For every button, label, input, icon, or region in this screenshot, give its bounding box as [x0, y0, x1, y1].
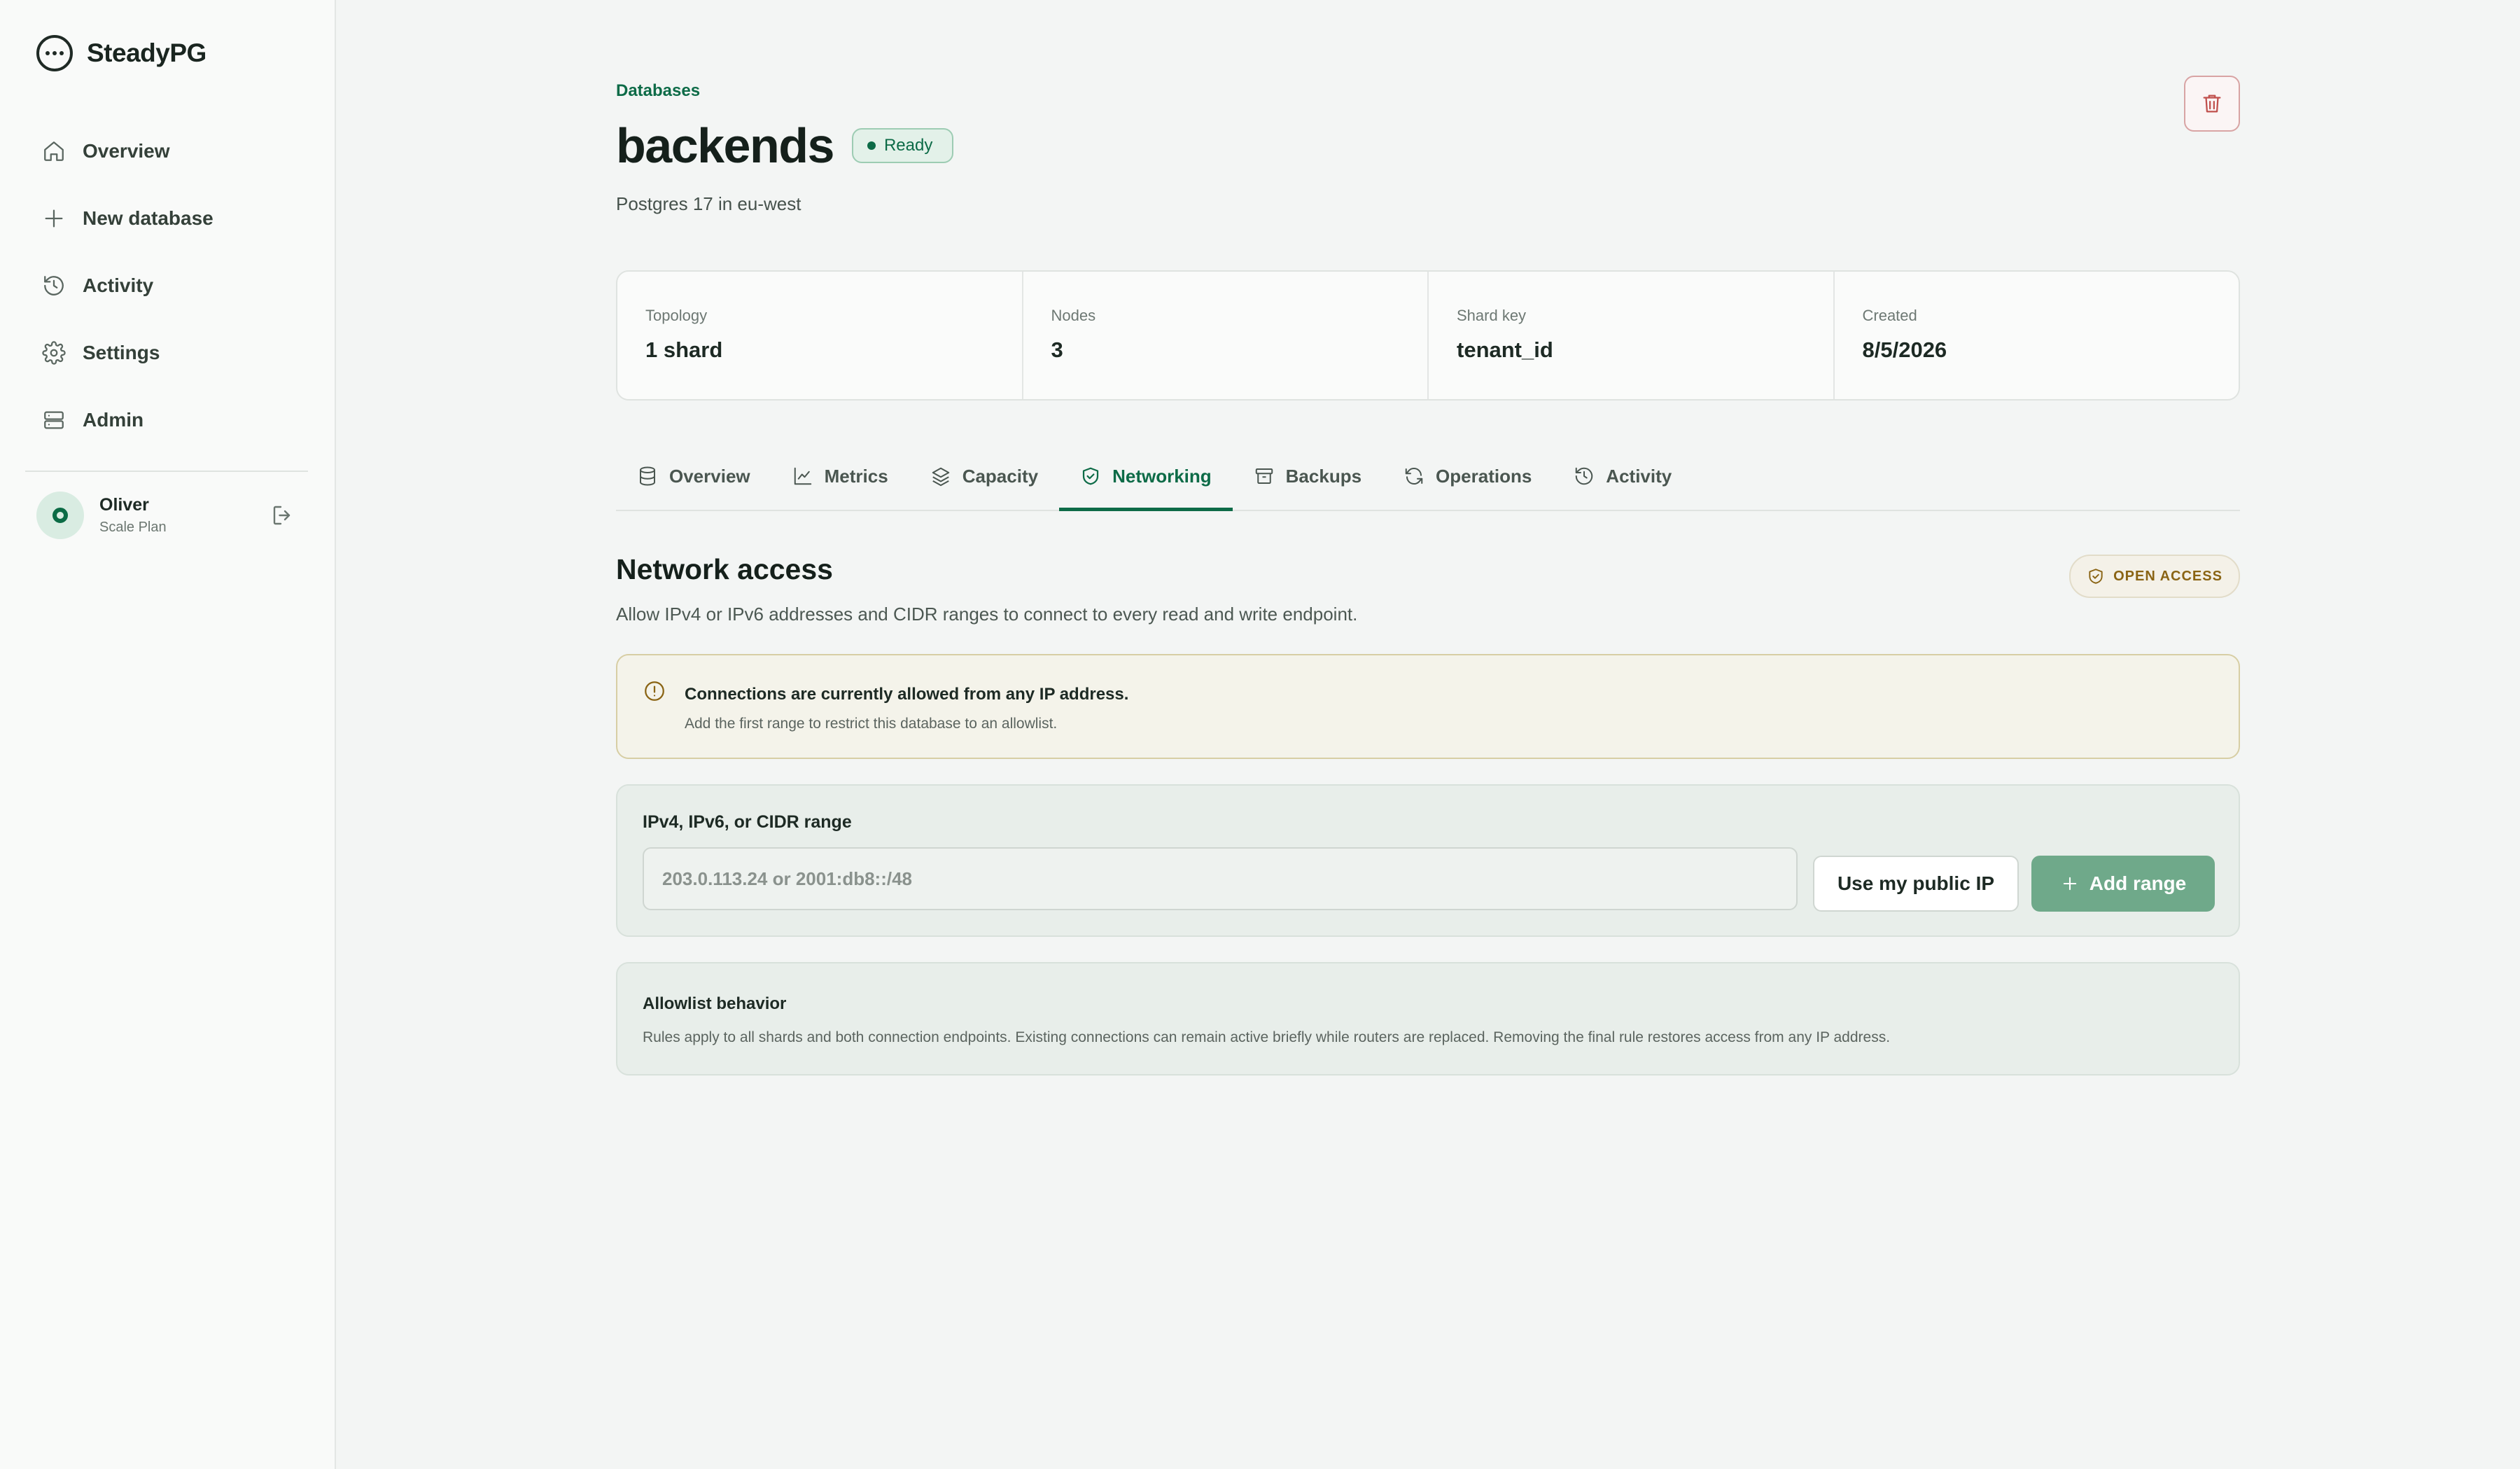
sidebar-item-activity[interactable]: Activity	[25, 260, 308, 311]
brand-name: SteadyPG	[87, 39, 206, 67]
trash-icon	[2203, 95, 2221, 113]
open-access-alert: Connections are currently allowed from a…	[616, 654, 2240, 759]
server-icon	[44, 411, 64, 429]
stat-value: 8/5/2026	[1862, 337, 1947, 362]
user-card: Oliver Scale Plan	[36, 490, 295, 541]
sidebar-item-label: New database	[83, 207, 214, 229]
tab-label: Metrics	[824, 465, 888, 487]
sidebar-item-new-database[interactable]: New database	[25, 193, 308, 244]
logout-icon[interactable]	[270, 503, 295, 528]
stats-card: Topology 1 shard Nodes 3 Shard key tenan…	[616, 270, 2240, 401]
home-icon	[44, 141, 64, 161]
range-label: IPv4, IPv6, or CIDR range	[643, 812, 852, 832]
stat-label: Topology	[645, 307, 708, 324]
tab-activity[interactable]: Activity	[1553, 443, 1693, 510]
chart-icon	[794, 467, 811, 485]
logo-icon	[36, 35, 73, 71]
tab-capacity[interactable]: Capacity	[909, 443, 1059, 510]
stat-label: Created	[1862, 307, 1917, 324]
stat-created: Created 8/5/2026	[1835, 272, 2239, 399]
tab-backups[interactable]: Backups	[1233, 443, 1382, 510]
stat-shard-key: Shard key tenant_id	[1429, 272, 1835, 399]
add-range-card: IPv4, IPv6, or CIDR range Use my public …	[616, 784, 2240, 937]
brand[interactable]: SteadyPG	[36, 35, 206, 71]
tab-label: Operations	[1436, 465, 1532, 487]
history-icon	[1576, 467, 1593, 485]
tab-networking[interactable]: Networking	[1059, 443, 1233, 511]
tab-label: Activity	[1606, 465, 1672, 487]
add-range-button[interactable]: Add range	[2031, 856, 2215, 912]
status-dot-icon	[867, 141, 876, 150]
stat-value: 1 shard	[645, 337, 723, 362]
plus-icon	[45, 209, 63, 228]
behavior-text: Rules apply to all shards and both conne…	[643, 1029, 1891, 1045]
tab-label: Overview	[669, 465, 750, 487]
alert-text: Add the first range to restrict this dat…	[685, 716, 1058, 732]
breadcrumb[interactable]: Databases	[616, 81, 700, 101]
section-title: Network access	[616, 553, 833, 585]
stat-value: 3	[1051, 337, 1063, 362]
add-range-label: Add range	[2089, 872, 2187, 894]
tab-label: Backups	[1285, 465, 1362, 487]
plus-icon	[2063, 877, 2076, 891]
tab-label: Capacity	[962, 465, 1039, 487]
stat-label: Nodes	[1051, 307, 1096, 324]
sidebar-item-label: Settings	[83, 342, 160, 363]
open-access-badge: OPEN ACCESS	[2069, 555, 2240, 598]
sidebar-item-settings[interactable]: Settings	[25, 328, 308, 378]
range-input[interactable]	[643, 847, 1798, 910]
allowlist-behavior-card: Allowlist behavior Rules apply to all sh…	[616, 962, 2240, 1075]
shield-check-icon	[2089, 569, 2103, 584]
layers-icon	[932, 467, 949, 487]
history-icon	[44, 276, 64, 295]
stat-value: tenant_id	[1457, 337, 1553, 362]
section-description: Allow IPv4 or IPv6 addresses and CIDR ra…	[616, 604, 1358, 625]
sidebar-nav: Overview New database Activity Settings …	[25, 126, 308, 462]
stat-nodes: Nodes 3	[1023, 272, 1429, 399]
sidebar-item-label: Admin	[83, 409, 144, 431]
sidebar-item-overview[interactable]: Overview	[25, 126, 308, 176]
stat-label: Shard key	[1457, 307, 1527, 324]
sidebar-item-admin[interactable]: Admin	[25, 395, 308, 445]
sidebar-item-label: Overview	[83, 140, 170, 162]
open-access-label: OPEN ACCESS	[2113, 568, 2222, 584]
sidebar-divider	[25, 471, 308, 472]
tab-operations[interactable]: Operations	[1382, 443, 1553, 510]
user-plan: Scale Plan	[99, 520, 167, 535]
shield-check-icon	[1082, 467, 1099, 485]
tab-overview[interactable]: Overview	[616, 443, 771, 510]
user-name: Oliver	[99, 495, 149, 515]
page-title: backends	[616, 118, 834, 173]
alert-title: Connections are currently allowed from a…	[685, 685, 1129, 704]
behavior-title: Allowlist behavior	[643, 994, 787, 1013]
tab-metrics[interactable]: Metrics	[771, 443, 909, 510]
tab-bar: Overview Metrics Capacity Networking Bac…	[616, 443, 2240, 511]
stat-topology: Topology 1 shard	[617, 272, 1023, 399]
status-badge: Ready	[851, 128, 954, 163]
use-public-ip-button[interactable]: Use my public IP	[1813, 856, 2019, 912]
page-subtitle: Postgres 17 in eu-west	[616, 193, 802, 214]
warning-circle-icon	[645, 681, 664, 701]
archive-icon	[1255, 468, 1273, 484]
database-icon	[640, 466, 655, 486]
gear-icon	[42, 341, 66, 365]
status-text: Ready	[883, 136, 933, 155]
avatar	[36, 492, 84, 539]
sidebar-item-label: Activity	[83, 274, 154, 296]
delete-database-button[interactable]	[2184, 76, 2240, 132]
tab-label: Networking	[1112, 465, 1212, 487]
sidebar: SteadyPG Overview New database Activity …	[0, 0, 336, 1469]
refresh-icon	[1405, 467, 1423, 485]
